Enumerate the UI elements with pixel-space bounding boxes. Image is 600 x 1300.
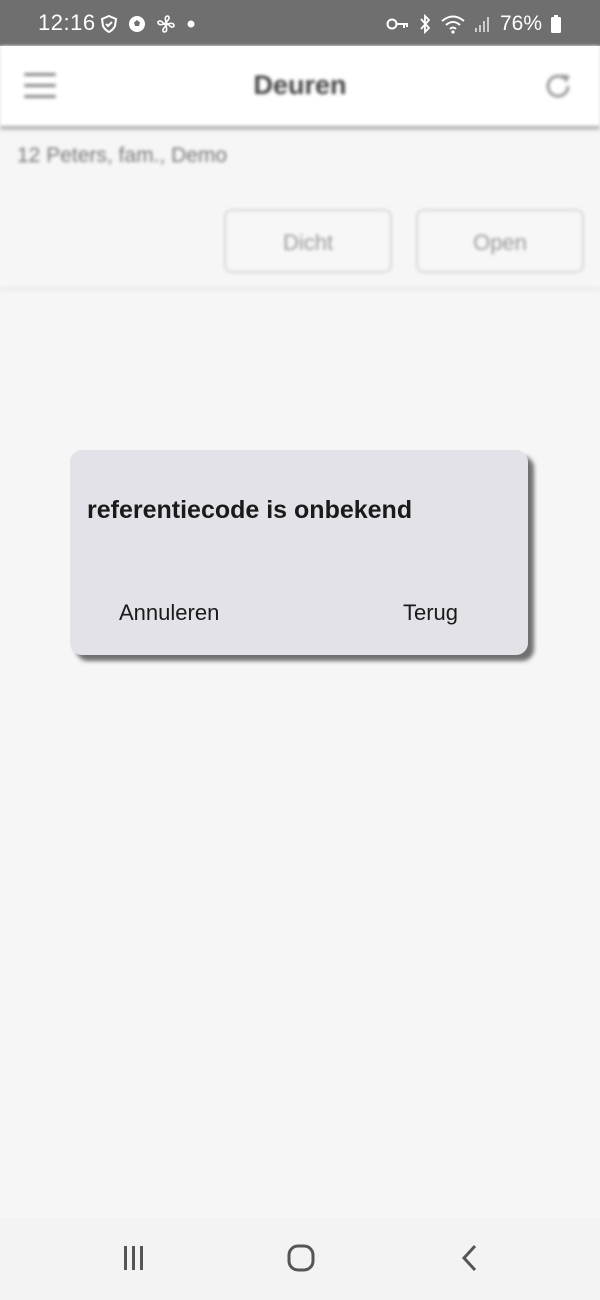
back-button[interactable]: Terug [403,600,458,626]
refresh-icon[interactable] [542,70,574,107]
signal-icon [474,15,492,33]
open-door-button[interactable]: Open [416,209,584,273]
battery-icon [550,14,562,34]
soccer-ball-icon [128,15,146,33]
shield-icon [100,14,118,34]
close-door-button[interactable]: Dicht [224,209,392,273]
key-icon [386,16,410,32]
back-icon[interactable] [460,1244,480,1272]
alert-dialog: referentiecode is onbekend Annuleren Ter… [70,450,528,655]
home-icon[interactable] [287,1244,315,1272]
status-time: 12:16 [38,10,96,35]
cancel-button[interactable]: Annuleren [119,600,219,626]
bluetooth-icon [418,13,432,35]
battery-percent: 76% [499,12,542,35]
status-right-icons: 76% [386,12,562,36]
status-left-icons [100,14,196,34]
dot-icon [186,19,196,29]
dialog-message: referentiecode is onbekend [87,496,413,524]
wifi-icon [440,14,466,34]
app-bar: Deuren [0,46,600,126]
fan-icon [156,14,176,34]
navigation-bar [0,1218,600,1300]
page-title: Deuren [253,70,347,100]
divider [0,288,600,290]
status-bar: 12:16 76% [0,0,600,46]
recent-apps-icon[interactable] [120,1244,148,1272]
address-label: 12 Peters, fam., Demo [17,144,228,167]
